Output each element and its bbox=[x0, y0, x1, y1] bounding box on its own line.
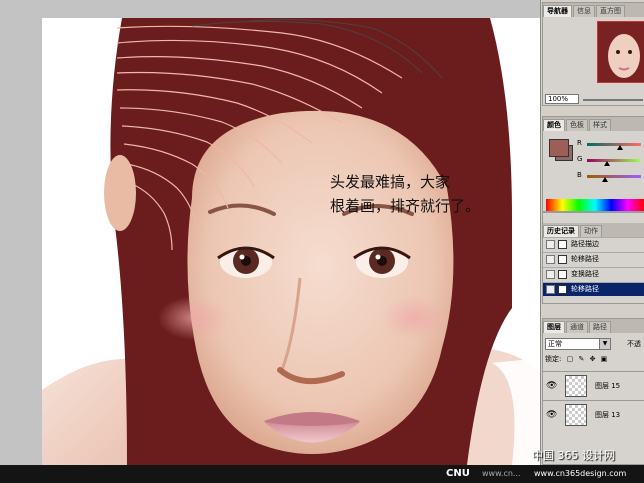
document-canvas[interactable]: 头发最难搞，大家 根着画，排齐就行了。 bbox=[0, 0, 540, 465]
history-checkbox[interactable] bbox=[546, 240, 555, 249]
channel-g-bar[interactable] bbox=[587, 159, 641, 162]
portrait-artwork bbox=[42, 18, 540, 465]
history-row-label: 轮移路径 bbox=[571, 255, 599, 263]
opacity-label: 不透 bbox=[627, 340, 641, 348]
layers-panel: 图层 通道 路径 正常 ▼ 不透 锁定: ▢ ✎ ✥ ▣ 👁 图层 15 👁 图… bbox=[542, 318, 644, 465]
lock-pixels-icon[interactable]: ✎ bbox=[578, 355, 584, 363]
tab-styles[interactable]: 样式 bbox=[589, 119, 611, 131]
channel-g-knob[interactable] bbox=[603, 161, 610, 166]
history-tabs: 历史记录 动作 bbox=[543, 223, 644, 237]
history-row-selected[interactable]: 轮移路径 bbox=[543, 282, 644, 296]
annotation-text: 头发最难搞，大家 根着画，排齐就行了。 bbox=[330, 173, 481, 215]
history-row[interactable]: 变换路径 bbox=[543, 267, 644, 281]
tab-channels[interactable]: 通道 bbox=[566, 321, 588, 333]
layer-name: 图层 15 bbox=[595, 382, 621, 390]
channel-r-bar[interactable] bbox=[587, 143, 641, 146]
channel-g-label: G bbox=[577, 155, 583, 163]
channel-b-bar[interactable] bbox=[587, 175, 641, 178]
layer-row[interactable]: 👁 图层 13 bbox=[543, 400, 644, 428]
tab-swatches[interactable]: 色板 bbox=[566, 119, 588, 131]
tab-histogram[interactable]: 直方图 bbox=[596, 5, 625, 17]
navigator-panel: 导航器 信息 直方图 100% bbox=[542, 2, 644, 106]
layers-tabs: 图层 通道 路径 bbox=[543, 319, 644, 333]
lock-position-icon[interactable]: ✥ bbox=[590, 355, 596, 363]
watermark-url: www.cn365design.com bbox=[534, 469, 627, 478]
channel-g[interactable]: G bbox=[577, 155, 643, 167]
channel-b-knob[interactable] bbox=[602, 177, 609, 182]
layer-name: 图层 13 bbox=[595, 411, 621, 419]
history-panel: 历史记录 动作 路径描边 轮移路径 变换路径 轮移路径 bbox=[542, 212, 644, 304]
history-step-icon bbox=[558, 255, 567, 264]
tab-navigator[interactable]: 导航器 bbox=[543, 5, 572, 17]
tab-paths[interactable]: 路径 bbox=[589, 321, 611, 333]
zoom-slider[interactable] bbox=[583, 99, 643, 101]
lock-all-icon[interactable]: ▣ bbox=[601, 355, 608, 363]
history-step-icon bbox=[558, 285, 567, 294]
layer-thumbnail bbox=[565, 375, 587, 397]
layer-row[interactable]: 👁 图层 15 bbox=[543, 371, 644, 399]
history-checkbox[interactable] bbox=[546, 285, 555, 294]
history-checkbox[interactable] bbox=[546, 270, 555, 279]
lock-transparency-icon[interactable]: ▢ bbox=[567, 355, 574, 363]
cnu-logo-text: CNU bbox=[446, 468, 470, 479]
lock-row: 锁定: ▢ ✎ ✥ ▣ bbox=[545, 354, 644, 366]
history-step-icon bbox=[558, 270, 567, 279]
tab-actions[interactable]: 动作 bbox=[580, 225, 602, 237]
watermark-chinese: 中国 365 设计网 bbox=[532, 449, 615, 462]
channel-r-knob[interactable] bbox=[616, 145, 623, 150]
canvas-page[interactable]: 头发最难搞，大家 根着画，排齐就行了。 bbox=[42, 18, 540, 465]
zoom-row: 100% bbox=[543, 93, 644, 105]
tab-history[interactable]: 历史记录 bbox=[543, 225, 579, 237]
navigator-tabs: 导航器 信息 直方图 bbox=[543, 3, 644, 17]
tab-layers[interactable]: 图层 bbox=[543, 321, 565, 333]
tab-color[interactable]: 颜色 bbox=[543, 119, 565, 131]
zoom-field[interactable]: 100% bbox=[545, 94, 579, 104]
navigator-preview-image bbox=[598, 22, 644, 82]
lock-label: 锁定: bbox=[545, 355, 562, 363]
history-row-label: 轮移路径 bbox=[571, 285, 599, 293]
foreground-color-swatch[interactable] bbox=[549, 139, 569, 157]
eye-icon[interactable]: 👁 bbox=[546, 410, 557, 420]
history-step-icon bbox=[558, 240, 567, 249]
eye-icon[interactable]: 👁 bbox=[546, 381, 557, 391]
color-tabs: 颜色 色板 样式 bbox=[543, 117, 644, 131]
color-spectrum-bar[interactable] bbox=[546, 199, 644, 211]
navigator-thumbnail[interactable] bbox=[597, 21, 644, 83]
channel-b[interactable]: B bbox=[577, 171, 643, 183]
color-panel: 颜色 色板 样式 R G B bbox=[542, 116, 644, 212]
history-row-label: 路径描边 bbox=[571, 240, 599, 248]
layer-thumbnail bbox=[565, 404, 587, 426]
site-url-text: www.cn... bbox=[482, 469, 521, 478]
history-row[interactable]: 路径描边 bbox=[543, 237, 644, 251]
history-checkbox[interactable] bbox=[546, 255, 555, 264]
panel-dock: 导航器 信息 直方图 100% 颜色 色板 样式 R G B 历史记录 动作 路… bbox=[540, 0, 644, 465]
history-row[interactable]: 轮移路径 bbox=[543, 252, 644, 266]
chevron-down-icon[interactable]: ▼ bbox=[599, 339, 610, 349]
channel-r[interactable]: R bbox=[577, 139, 643, 151]
channel-b-label: B bbox=[577, 171, 582, 179]
history-row-label: 变换路径 bbox=[571, 270, 599, 278]
tab-info[interactable]: 信息 bbox=[573, 5, 595, 17]
channel-r-label: R bbox=[577, 139, 582, 147]
